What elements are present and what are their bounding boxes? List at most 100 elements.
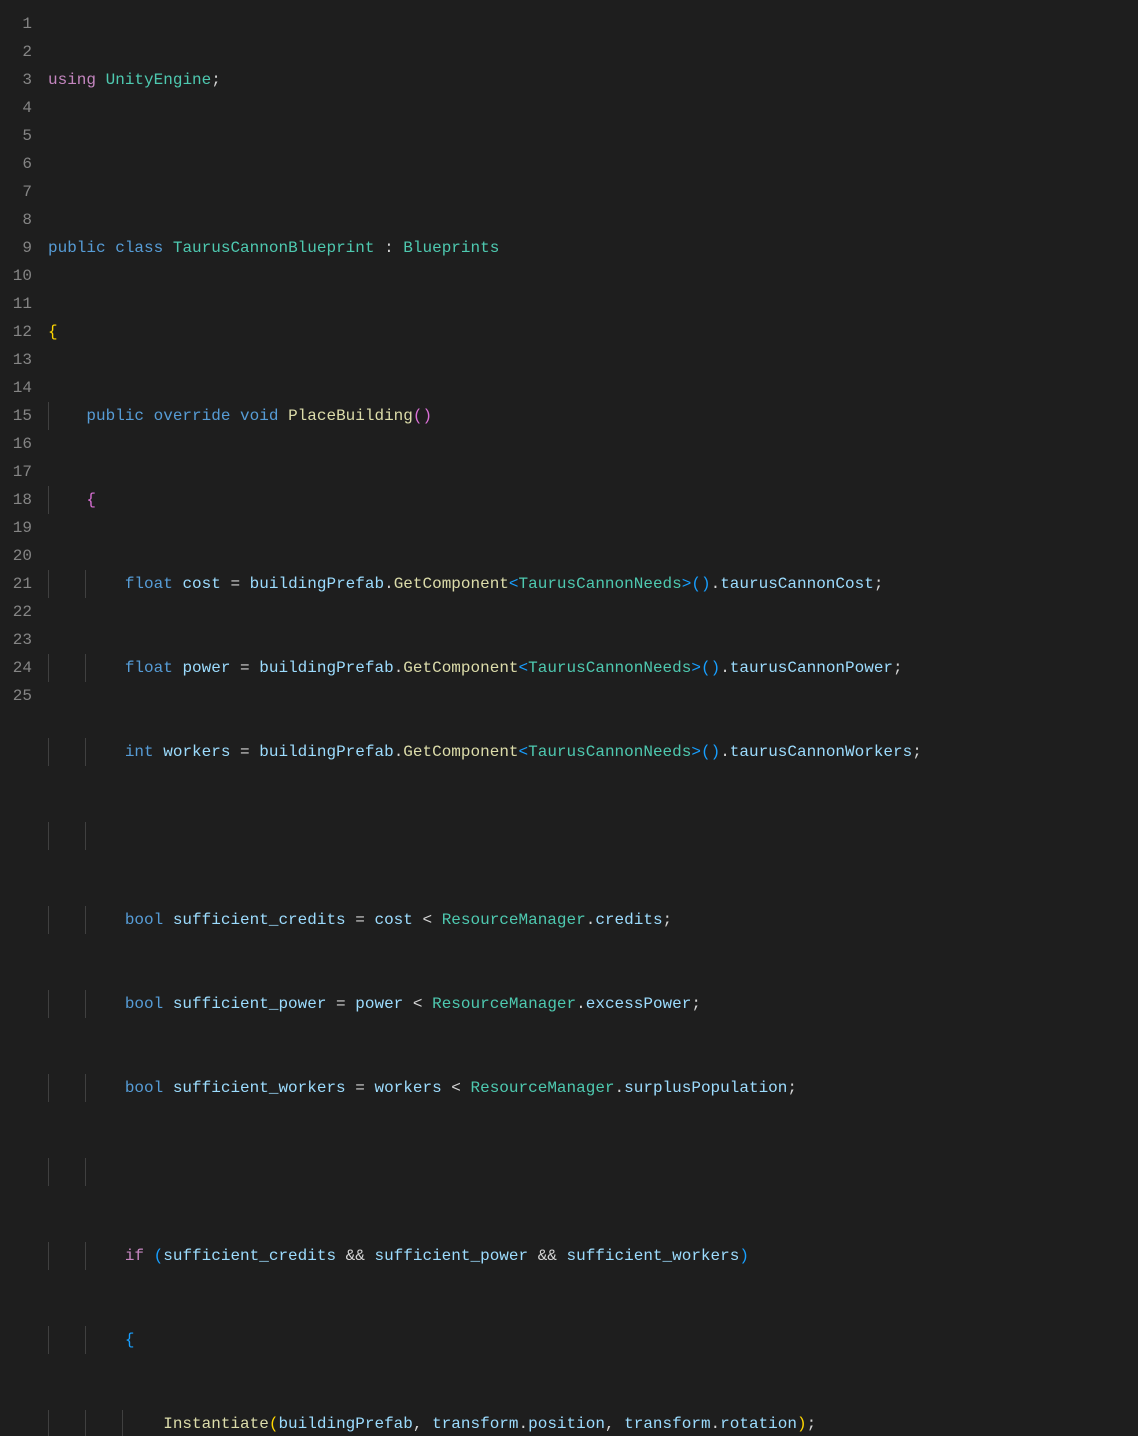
angle: > [691,659,701,677]
code-line[interactable] [48,822,1138,850]
punct: ; [912,743,922,761]
line-number: 11 [0,290,32,318]
keyword: int [125,743,154,761]
punct: : [374,239,403,257]
punct: . [519,1415,529,1433]
code-line[interactable]: float cost = buildingPrefab.GetComponent… [48,570,1138,598]
line-number: 22 [0,598,32,626]
op: = [230,659,259,677]
punct: ; [663,911,673,929]
type: TaurusCannonNeeds [528,743,691,761]
paren: ( [413,407,423,425]
punct: . [615,1079,625,1097]
paren: ( [691,575,701,593]
code-line[interactable] [48,150,1138,178]
type: UnityEngine [106,71,212,89]
var: power [355,995,403,1013]
paren: ) [797,1415,807,1433]
baseclass: Blueprints [403,239,499,257]
angle: < [519,659,529,677]
type: ResourceManager [471,1079,615,1097]
code-line[interactable]: Instantiate(buildingPrefab, transform.po… [48,1410,1138,1436]
keyword: if [125,1247,144,1265]
paren: ( [701,743,711,761]
line-number: 25 [0,682,32,710]
code-line[interactable]: if (sufficient_credits && sufficient_pow… [48,1242,1138,1270]
angle: > [691,743,701,761]
line-number: 12 [0,318,32,346]
punct: . [720,659,730,677]
code-line[interactable]: public class TaurusCannonBlueprint : Blu… [48,234,1138,262]
punct: . [711,1415,721,1433]
punct: . [711,575,721,593]
field: taurusCannonCost [720,575,874,593]
code-line[interactable]: { [48,1326,1138,1354]
field: taurusCannonPower [730,659,893,677]
line-number: 24 [0,654,32,682]
field: buildingPrefab [278,1415,412,1433]
line-number: 8 [0,206,32,234]
brace: { [125,1331,135,1349]
punct: . [586,911,596,929]
type: TaurusCannonNeeds [528,659,691,677]
code-line[interactable]: using UnityEngine; [48,66,1138,94]
punct: . [394,659,404,677]
code-area[interactable]: using UnityEngine; public class TaurusCa… [48,0,1138,718]
field: buildingPrefab [259,743,393,761]
code-line[interactable]: { [48,318,1138,346]
code-editor[interactable]: 1 2 3 4 5 6 7 8 9 10 11 12 13 14 15 16 1… [0,0,1138,718]
method: GetComponent [403,743,518,761]
code-line[interactable]: bool sufficient_power = power < Resource… [48,990,1138,1018]
brace: { [86,491,96,509]
angle: < [519,743,529,761]
var: sufficient_power [173,995,327,1013]
code-line[interactable]: { [48,486,1138,514]
code-line[interactable]: bool sufficient_credits = cost < Resourc… [48,906,1138,934]
punct: . [394,743,404,761]
line-number: 15 [0,402,32,430]
punct: , [413,1415,432,1433]
method: GetComponent [394,575,509,593]
var: workers [374,1079,441,1097]
line-number: 7 [0,178,32,206]
field: credits [595,911,662,929]
punct: ; [691,995,701,1013]
keyword: public [48,239,106,257]
code-line[interactable]: int workers = buildingPrefab.GetComponen… [48,738,1138,766]
op: < [413,911,442,929]
field: buildingPrefab [259,659,393,677]
var: sufficient_workers [567,1247,740,1265]
op: < [442,1079,471,1097]
keyword: bool [125,995,163,1013]
code-line[interactable]: float power = buildingPrefab.GetComponen… [48,654,1138,682]
line-number: 6 [0,150,32,178]
angle: < [509,575,519,593]
punct: ; [211,71,221,89]
var: sufficient_credits [173,911,346,929]
paren: ) [701,575,711,593]
paren: ( [269,1415,279,1433]
op: = [221,575,250,593]
punct: . [720,743,730,761]
code-line[interactable]: bool sufficient_workers = workers < Reso… [48,1074,1138,1102]
var: cost [374,911,412,929]
classname: TaurusCannonBlueprint [173,239,375,257]
keyword: using [48,71,96,89]
type: ResourceManager [442,911,586,929]
var: sufficient_workers [173,1079,346,1097]
code-line[interactable]: public override void PlaceBuilding() [48,402,1138,430]
field: buildingPrefab [250,575,384,593]
type: ResourceManager [432,995,576,1013]
method: PlaceBuilding [288,407,413,425]
var: workers [163,743,230,761]
line-number: 2 [0,38,32,66]
line-number: 18 [0,486,32,514]
keyword: bool [125,911,163,929]
field: rotation [720,1415,797,1433]
code-line[interactable] [48,1158,1138,1186]
line-number: 23 [0,626,32,654]
type: TaurusCannonNeeds [519,575,682,593]
angle: > [682,575,692,593]
line-number-gutter: 1 2 3 4 5 6 7 8 9 10 11 12 13 14 15 16 1… [0,0,48,718]
punct: ; [893,659,903,677]
